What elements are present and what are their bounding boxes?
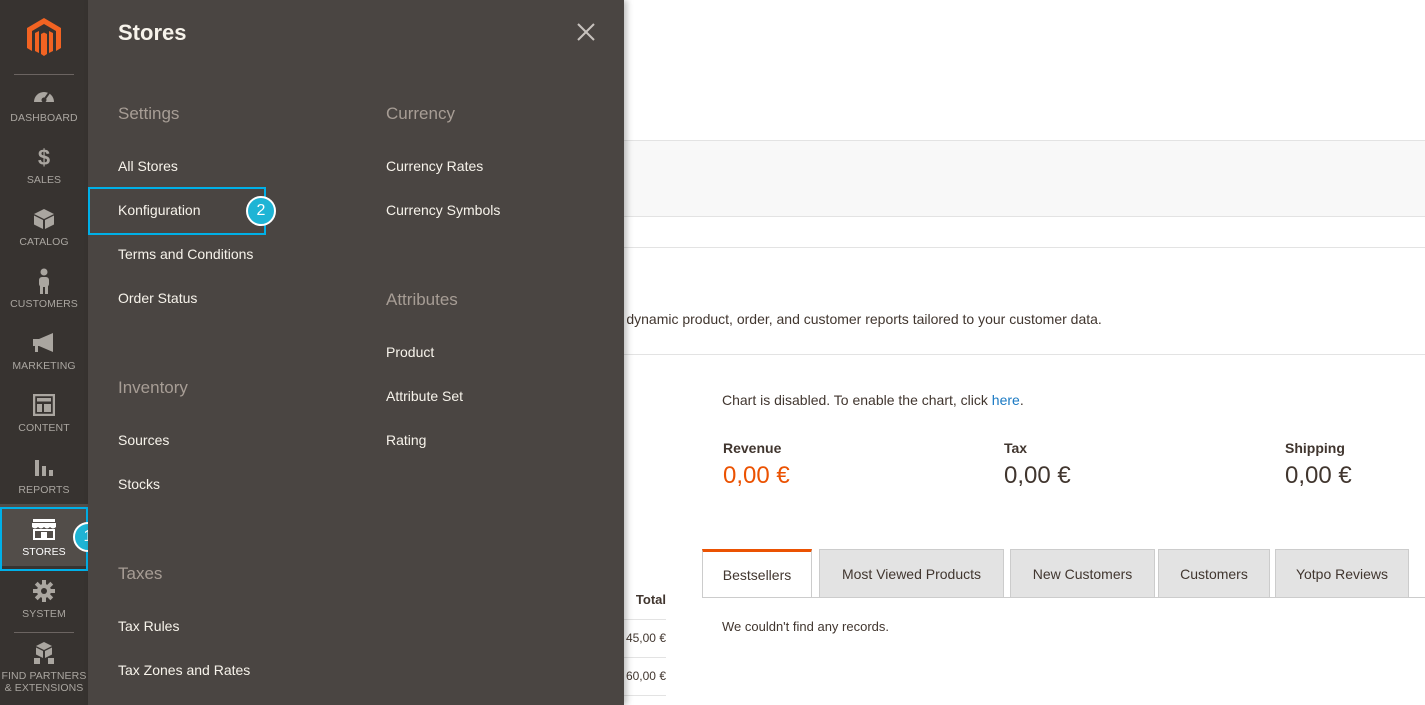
section-heading-currency: Currency xyxy=(386,104,455,123)
layout-icon xyxy=(31,392,57,418)
svg-text:$: $ xyxy=(38,145,50,169)
table-header-total: Total xyxy=(635,592,666,607)
bar-chart-icon xyxy=(31,454,57,480)
nav-divider xyxy=(14,632,74,633)
menu-link-product[interactable]: Product xyxy=(386,344,434,360)
menu-link-tax-rules[interactable]: Tax Rules xyxy=(118,618,179,634)
no-records-message: We couldn't find any records. xyxy=(722,619,889,634)
box-icon xyxy=(31,206,57,232)
nav-item-content[interactable]: CONTENT xyxy=(0,380,88,442)
kpi-value: 0,00 € xyxy=(1004,462,1071,489)
menu-link-sources[interactable]: Sources xyxy=(118,432,169,448)
kpi-label: Tax xyxy=(1004,440,1028,456)
nav-label: CONTENT xyxy=(18,422,70,434)
section-heading-attributes: Attributes xyxy=(386,290,458,309)
page-divider xyxy=(624,354,1425,355)
page-divider xyxy=(624,247,1425,248)
section-heading-settings: Settings xyxy=(118,104,180,123)
kpi-tax: Tax 0,00 € xyxy=(1004,440,1071,490)
megaphone-icon xyxy=(31,330,57,356)
tab-most-viewed-products[interactable]: Most Viewed Products xyxy=(819,549,1004,598)
nav-label: SYSTEM xyxy=(22,608,66,620)
kpi-shipping: Shipping 0,00 € xyxy=(1285,440,1352,490)
gear-icon xyxy=(31,578,57,604)
advanced-reporting-text: ur dynamic product, order, and customer … xyxy=(610,311,1102,327)
table-row-divider xyxy=(624,657,666,658)
nav-label: CUSTOMERS xyxy=(10,298,78,310)
tab-customers[interactable]: Customers xyxy=(1158,549,1270,598)
magento-logo-icon xyxy=(27,17,61,56)
nav-label: MARKETING xyxy=(12,360,76,372)
kpi-revenue: Revenue 0,00 € xyxy=(723,440,790,490)
tab-bestsellers[interactable]: Bestsellers xyxy=(702,549,812,598)
menu-link-currency-rates[interactable]: Currency Rates xyxy=(386,158,483,174)
menu-link-order-status[interactable]: Order Status xyxy=(118,290,197,306)
menu-link-terms-and-conditions[interactable]: Terms and Conditions xyxy=(118,246,253,262)
nav-item-catalog[interactable]: CATALOG xyxy=(0,194,88,256)
kpi-label: Revenue xyxy=(723,440,782,456)
nav-item-find-partners[interactable]: FIND PARTNERS & EXTENSIONS xyxy=(0,636,88,698)
step-2-badge: 2 xyxy=(246,196,276,226)
nav-item-system[interactable]: SYSTEM xyxy=(0,566,88,628)
nav-label: FIND PARTNERS xyxy=(1,670,87,682)
menu-link-tax-zones-and-rates[interactable]: Tax Zones and Rates xyxy=(118,662,250,678)
tabs-divider xyxy=(702,597,1425,598)
magento-logo[interactable] xyxy=(0,0,88,75)
menu-link-all-stores[interactable]: All Stores xyxy=(118,158,178,174)
flyout-title: Stores xyxy=(118,20,187,45)
nav-item-marketing[interactable]: MARKETING xyxy=(0,318,88,380)
konfiguration-highlight xyxy=(88,187,266,235)
person-icon xyxy=(31,268,57,294)
chart-note-end: . xyxy=(1019,392,1024,408)
kpi-label: Shipping xyxy=(1285,440,1345,456)
tab-new-customers[interactable]: New Customers xyxy=(1010,549,1155,598)
chart-note-text: Chart is disabled. To enable the chart, … xyxy=(722,392,992,408)
chart-disabled-note: Chart is disabled. To enable the chart, … xyxy=(722,392,1024,408)
kpi-value: 0,00 € xyxy=(723,462,790,489)
nav-item-sales[interactable]: $ SALES xyxy=(0,132,88,194)
cubes-icon xyxy=(31,640,57,666)
menu-link-rating[interactable]: Rating xyxy=(386,432,426,448)
section-heading-inventory: Inventory xyxy=(118,378,188,397)
close-icon[interactable] xyxy=(574,20,598,44)
page-header-band xyxy=(624,140,1425,217)
nav-label: & EXTENSIONS xyxy=(4,682,84,694)
menu-link-stocks[interactable]: Stocks xyxy=(118,476,160,492)
table-row-divider xyxy=(624,619,666,620)
section-heading-taxes: Taxes xyxy=(118,564,163,583)
nav-item-reports[interactable]: REPORTS xyxy=(0,442,88,504)
nav-label: CATALOG xyxy=(19,236,69,248)
admin-nav: DASHBOARD $ SALES CATALOG CUSTOMERS MARK… xyxy=(0,0,103,705)
nav-label: SALES xyxy=(26,174,62,186)
enable-chart-link[interactable]: here xyxy=(992,392,1020,408)
tab-yotpo-reviews[interactable]: Yotpo Reviews xyxy=(1275,549,1409,598)
stores-flyout-menu: Stores Settings All Stores Konfiguration… xyxy=(88,0,624,705)
menu-link-attribute-set[interactable]: Attribute Set xyxy=(386,388,463,404)
nav-item-customers[interactable]: CUSTOMERS xyxy=(0,256,88,318)
nav-item-dashboard[interactable]: DASHBOARD xyxy=(0,70,88,132)
table-row-divider xyxy=(624,695,666,696)
nav-label: REPORTS xyxy=(18,484,70,496)
nav-label: DASHBOARD xyxy=(10,112,78,124)
dashboard-icon xyxy=(31,82,57,108)
menu-link-currency-symbols[interactable]: Currency Symbols xyxy=(386,202,500,218)
dollar-icon: $ xyxy=(31,144,57,170)
kpi-value: 0,00 € xyxy=(1285,462,1352,489)
